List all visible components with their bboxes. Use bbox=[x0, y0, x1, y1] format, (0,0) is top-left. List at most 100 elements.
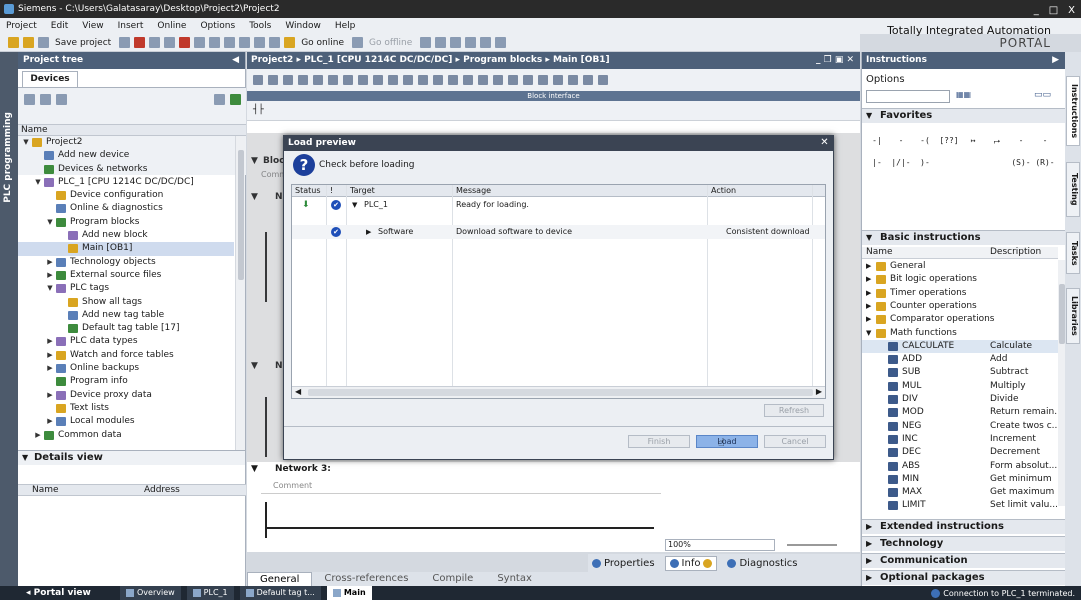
chevron-right-icon[interactable]: ▶ bbox=[866, 260, 871, 273]
menu-project[interactable]: Project bbox=[6, 21, 37, 31]
instruction-item[interactable]: ▶ Timer operations bbox=[862, 287, 1058, 300]
col-target[interactable]: Target bbox=[350, 185, 375, 196]
new-project-icon[interactable] bbox=[8, 37, 19, 48]
tree-item[interactable]: Default tag table [17] bbox=[18, 322, 234, 335]
go-offline-icon[interactable] bbox=[352, 37, 363, 48]
chevron-down-icon[interactable]: ▼ bbox=[22, 136, 30, 149]
simulation-icon[interactable] bbox=[269, 37, 281, 48]
insert-row-icon[interactable] bbox=[283, 75, 293, 85]
network3-comment[interactable]: Comment bbox=[273, 481, 312, 490]
details-view-header[interactable]: ▼ Details view bbox=[18, 451, 245, 465]
favorite-instruction-icon[interactable]: ↦ bbox=[962, 130, 984, 152]
plc-programming-label[interactable]: PLC programming bbox=[3, 112, 13, 203]
col-action[interactable]: Action bbox=[711, 185, 736, 196]
favorite-instruction-icon[interactable]: -( )- bbox=[914, 130, 936, 167]
block-interface-bar[interactable]: Block interface bbox=[247, 91, 860, 101]
menu-edit[interactable]: Edit bbox=[51, 21, 68, 31]
menu-online[interactable]: Online bbox=[157, 21, 186, 31]
new-item-icon[interactable] bbox=[24, 94, 35, 105]
split-horizontal-icon[interactable] bbox=[480, 37, 492, 48]
project-tree-scrollbar[interactable] bbox=[235, 136, 245, 450]
tab-compile[interactable]: Compile bbox=[420, 572, 485, 586]
instruction-item[interactable]: ▼ Math functions bbox=[862, 327, 1058, 340]
instruction-item[interactable]: DEC Decrement bbox=[862, 446, 1058, 459]
taskbar-default-tag-table[interactable]: Default tag t... bbox=[239, 586, 321, 600]
cross-reference-icon[interactable] bbox=[435, 37, 447, 48]
tree-item[interactable]: ▶ Local modules bbox=[18, 415, 234, 428]
tree-item[interactable]: Add new tag table bbox=[18, 309, 234, 322]
go-to-icon[interactable] bbox=[448, 75, 458, 85]
zoom-slider[interactable] bbox=[787, 544, 837, 546]
details-col-name[interactable]: Name bbox=[32, 485, 59, 496]
tree-item[interactable]: Add new device bbox=[18, 149, 234, 162]
forward-icon[interactable] bbox=[56, 94, 67, 105]
search-options-icon[interactable]: ▦▦ bbox=[956, 90, 971, 99]
instruction-item[interactable]: MOD Return remain... bbox=[862, 406, 1063, 419]
menu-help[interactable]: Help bbox=[335, 21, 356, 31]
extended-instructions-section[interactable]: ▶ Extended instructions bbox=[862, 519, 1066, 534]
instruction-item[interactable]: SUB Subtract bbox=[862, 366, 1058, 379]
delete-network-icon[interactable] bbox=[268, 75, 278, 85]
tab-devices[interactable]: Devices bbox=[22, 71, 78, 87]
tab-testing[interactable]: Testing bbox=[1066, 162, 1080, 217]
instruction-item[interactable]: DIV Divide bbox=[862, 393, 1058, 406]
compile-icon[interactable] bbox=[224, 37, 236, 48]
paste-icon[interactable] bbox=[164, 37, 176, 48]
menu-insert[interactable]: Insert bbox=[118, 21, 144, 31]
menu-options[interactable]: Options bbox=[200, 21, 235, 31]
instruction-item[interactable]: ▶ Bit logic operations bbox=[862, 273, 1058, 286]
rung-icon[interactable] bbox=[478, 75, 488, 85]
col-description[interactable]: Description bbox=[990, 247, 1041, 258]
open-project-icon[interactable] bbox=[23, 37, 34, 48]
chevron-right-icon[interactable]: ▶ bbox=[46, 389, 54, 402]
instruction-item[interactable]: LIMIT Set limit valu... bbox=[862, 499, 1058, 512]
tree-item[interactable]: ▶ External source files bbox=[18, 269, 234, 282]
refresh-tree-icon[interactable] bbox=[230, 94, 241, 105]
layout-toggle-icon[interactable]: ▭▭ bbox=[1034, 90, 1051, 100]
copy-icon[interactable] bbox=[149, 37, 161, 48]
zoom-in-icon[interactable] bbox=[418, 75, 428, 85]
chevron-right-icon[interactable]: ▶ bbox=[34, 429, 42, 442]
instruction-item[interactable]: ▶ Counter operations bbox=[862, 300, 1058, 313]
favorite-instruction-icon[interactable]: ⮣ bbox=[986, 130, 1008, 152]
instruction-item[interactable]: NEG Create twos c... bbox=[862, 420, 1060, 433]
favorite-instruction-icon[interactable]: -(S)- bbox=[1010, 130, 1032, 167]
tree-item[interactable]: ▼ Program blocks bbox=[18, 216, 234, 229]
absolute-address-icon[interactable] bbox=[373, 75, 383, 85]
back-icon[interactable] bbox=[40, 94, 51, 105]
info-icon[interactable] bbox=[598, 75, 608, 85]
taskbar-plc1[interactable]: PLC_1 bbox=[186, 586, 234, 600]
comments-icon[interactable] bbox=[358, 75, 368, 85]
insert-network-icon[interactable] bbox=[253, 75, 263, 85]
favorite-instruction-icon[interactable]: -(R)- bbox=[1034, 130, 1056, 167]
chevron-right-icon[interactable]: ▶ bbox=[866, 273, 871, 286]
chevron-right-icon[interactable]: ▶ bbox=[866, 287, 871, 300]
toggle-icon[interactable] bbox=[508, 75, 518, 85]
tree-item[interactable]: ▶ Common data bbox=[18, 429, 234, 442]
taskbar-main[interactable]: Main bbox=[326, 586, 372, 600]
delete-icon[interactable] bbox=[179, 37, 191, 48]
instruction-item[interactable]: INC Increment bbox=[862, 433, 1058, 446]
tab-properties[interactable]: Properties bbox=[592, 558, 655, 569]
optional-packages-section[interactable]: ▶ Optional packages bbox=[862, 570, 1066, 585]
zoom-select[interactable]: 100% bbox=[665, 539, 775, 551]
accessible-devices-icon[interactable] bbox=[420, 37, 432, 48]
favorite-instruction-icon[interactable]: -| |- bbox=[866, 130, 888, 167]
chevron-down-icon[interactable]: ▼ bbox=[352, 198, 357, 212]
refresh-button[interactable]: Refresh bbox=[764, 404, 824, 417]
tree-item[interactable]: ▶ Watch and force tables bbox=[18, 349, 234, 362]
menu-window[interactable]: Window bbox=[285, 21, 321, 31]
tab-tasks[interactable]: Tasks bbox=[1066, 232, 1080, 274]
col-name[interactable]: Name bbox=[866, 247, 893, 258]
redo-icon[interactable] bbox=[209, 37, 221, 48]
snapshot-icon[interactable] bbox=[538, 75, 548, 85]
col-status[interactable]: Status bbox=[295, 185, 321, 196]
tree-item[interactable]: Show all tags bbox=[18, 296, 234, 309]
table-hscrollbar[interactable]: ◀ ▶ bbox=[292, 386, 825, 398]
monitor-icon[interactable] bbox=[343, 75, 353, 85]
col-exclam[interactable]: ! bbox=[330, 185, 333, 196]
tree-item[interactable]: ▼ PLC tags bbox=[18, 282, 234, 295]
chevron-right-icon[interactable]: ▶ bbox=[866, 313, 871, 326]
instruction-item[interactable]: MIN Get minimum bbox=[862, 473, 1058, 486]
overview-icon[interactable] bbox=[214, 94, 225, 105]
